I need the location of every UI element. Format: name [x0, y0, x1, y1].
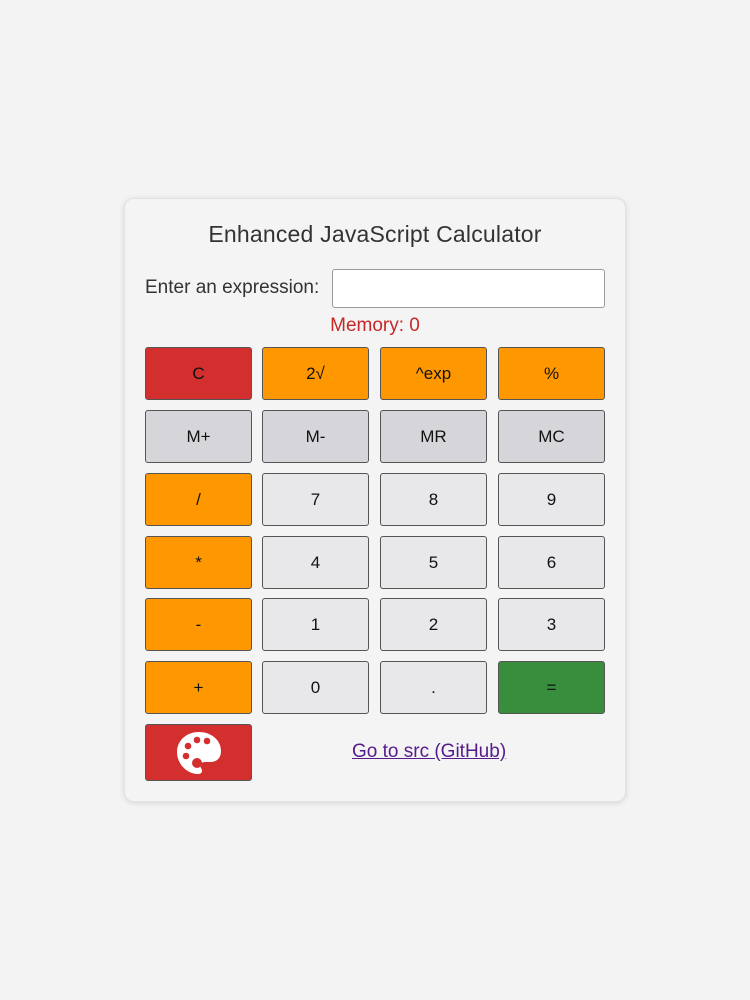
digit-9-button[interactable]: 9 [498, 473, 605, 526]
percent-button[interactable]: % [498, 347, 605, 400]
multiply-button[interactable]: * [145, 536, 252, 589]
expression-label: Enter an expression: [145, 277, 320, 298]
digit-8-button[interactable]: 8 [380, 473, 487, 526]
calculator-card: Enhanced JavaScript Calculator Enter an … [124, 198, 626, 802]
digit-3-button[interactable]: 3 [498, 598, 605, 651]
digit-4-button[interactable]: 4 [262, 536, 369, 589]
palette-icon [176, 731, 221, 774]
digit-6-button[interactable]: 6 [498, 536, 605, 589]
add-button[interactable]: + [145, 661, 252, 714]
digit-1-button[interactable]: 1 [262, 598, 369, 651]
expression-input[interactable] [332, 269, 605, 308]
clear-button[interactable]: C [145, 347, 252, 400]
subtract-button[interactable]: - [145, 598, 252, 651]
memory-display: Memory: 0 [330, 315, 420, 336]
digit-7-button[interactable]: 7 [262, 473, 369, 526]
digit-5-button[interactable]: 5 [380, 536, 487, 589]
memory-add-button[interactable]: M+ [145, 410, 252, 463]
github-source-link[interactable]: Go to src (GitHub) [352, 741, 506, 763]
sqrt-button[interactable]: 2√ [262, 347, 369, 400]
digit-0-button[interactable]: 0 [262, 661, 369, 714]
divide-button[interactable]: / [145, 473, 252, 526]
theme-toggle-button[interactable] [145, 724, 252, 781]
equals-button[interactable]: = [498, 661, 605, 714]
exp-button[interactable]: ^exp [380, 347, 487, 400]
decimal-button[interactable]: . [380, 661, 487, 714]
digit-2-button[interactable]: 2 [380, 598, 487, 651]
page-title: Enhanced JavaScript Calculator [208, 221, 542, 247]
memory-clear-button[interactable]: MC [498, 410, 605, 463]
memory-recall-button[interactable]: MR [380, 410, 487, 463]
memory-subtract-button[interactable]: M- [262, 410, 369, 463]
